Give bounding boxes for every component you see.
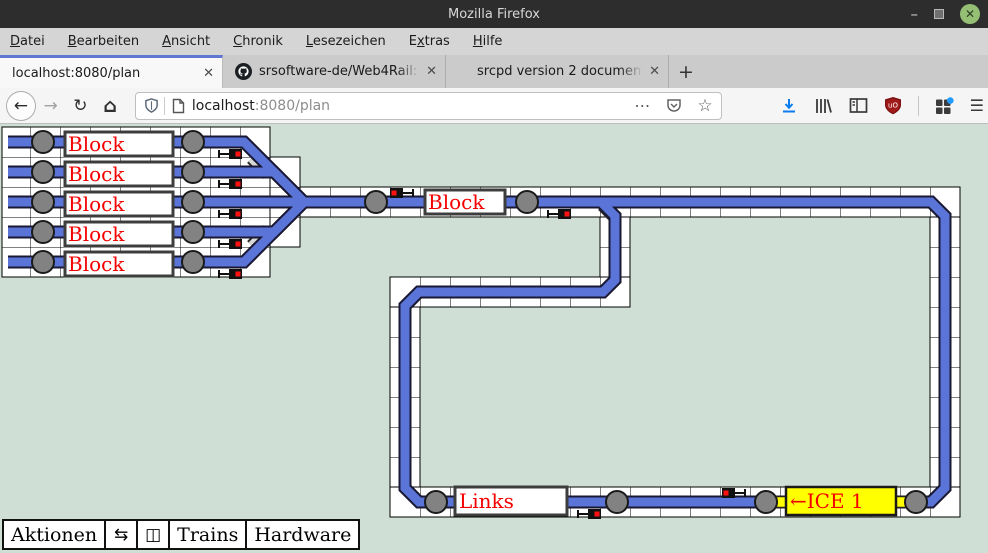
- reload-button[interactable]: ↻: [65, 91, 95, 121]
- window-title: Mozilla Firefox: [0, 7, 988, 22]
- block-label: Block: [68, 192, 125, 216]
- tab-close-icon[interactable]: ✕: [203, 66, 214, 81]
- block-label: Block: [68, 132, 125, 156]
- tab-close-icon[interactable]: ✕: [649, 64, 660, 79]
- maximize-icon[interactable]: [934, 9, 944, 19]
- swap-direction-icon[interactable]: ⇆: [104, 519, 138, 550]
- new-tab-button[interactable]: +: [669, 55, 703, 88]
- tab-github[interactable]: srsoftware-de/Web4Rail: B ✕: [223, 55, 446, 88]
- tab-srcpd[interactable]: srcpd version 2 documenta ✕: [446, 55, 669, 88]
- menu-extras[interactable]: Extras: [409, 34, 450, 49]
- sidebar-icon[interactable]: [849, 97, 868, 114]
- tab-plan[interactable]: localhost:8080/plan ✕: [0, 55, 223, 88]
- tracking-shield-icon[interactable]: [144, 97, 159, 114]
- home-button[interactable]: ⌂: [95, 91, 125, 121]
- menu-hilfe[interactable]: Hilfe: [473, 34, 503, 49]
- block-label: Block: [68, 162, 125, 186]
- forward-button: →: [36, 91, 66, 121]
- block-label: Block: [428, 190, 485, 214]
- hardware-button[interactable]: Hardware: [245, 519, 360, 550]
- tab-title: srcpd version 2 documenta: [477, 64, 643, 79]
- window-titlebar: Mozilla Firefox – ✕: [0, 0, 988, 28]
- ublock-icon[interactable]: uO: [884, 96, 902, 115]
- block-label-links: Links: [459, 489, 514, 513]
- minimize-icon[interactable]: –: [911, 9, 919, 19]
- pocket-icon[interactable]: [665, 97, 683, 115]
- back-button[interactable]: ←: [6, 91, 36, 121]
- download-icon[interactable]: [780, 97, 798, 115]
- library-icon[interactable]: [814, 97, 833, 115]
- divider: [918, 96, 919, 116]
- github-icon: [235, 63, 252, 80]
- tab-bar: localhost:8080/plan ✕ srsoftware-de/Web4…: [0, 55, 988, 88]
- extension-icon[interactable]: [935, 97, 954, 115]
- bottom-menu: Aktionen ⇆ ◫ Trains Hardware: [2, 519, 360, 550]
- tab-title: localhost:8080/plan: [12, 66, 197, 81]
- url-text[interactable]: localhost:8080/plan: [192, 98, 634, 114]
- block-label: Block: [68, 252, 125, 276]
- divider: [164, 97, 165, 115]
- menu-bar: Datei Bearbeiten Ansicht Chronik Lesezei…: [0, 28, 988, 55]
- split-view-icon[interactable]: ◫: [136, 519, 170, 550]
- tab-title: srsoftware-de/Web4Rail: B: [259, 64, 420, 79]
- page-icon: [172, 98, 185, 114]
- url-bar[interactable]: localhost:8080/plan ⋯ ☆: [135, 92, 722, 120]
- menu-lesezeichen[interactable]: Lesezeichen: [306, 34, 386, 49]
- aktionen-button[interactable]: Aktionen: [2, 519, 106, 550]
- bookmark-star-icon[interactable]: ☆: [697, 96, 712, 116]
- navigation-toolbar: ← → ↻ ⌂ localhost:8080/plan ⋯ ☆: [0, 88, 988, 124]
- hamburger-menu-icon[interactable]: ☰: [970, 96, 984, 115]
- svg-text:uO: uO: [888, 102, 898, 110]
- page-actions-icon[interactable]: ⋯: [634, 96, 651, 115]
- menu-datei[interactable]: Datei: [10, 34, 45, 49]
- close-icon[interactable]: ✕: [960, 4, 980, 24]
- menu-chronik[interactable]: Chronik: [233, 34, 283, 49]
- train-block-label: ←ICE 1: [790, 489, 864, 513]
- block-label: Block: [68, 222, 125, 246]
- trains-button[interactable]: Trains: [168, 519, 247, 550]
- menu-bearbeiten[interactable]: Bearbeiten: [68, 34, 139, 49]
- tab-close-icon[interactable]: ✕: [426, 64, 437, 79]
- track-plan[interactable]: Block Block Block Block Block Block Link…: [0, 124, 988, 553]
- track-plan-area: Block Block Block Block Block Block Link…: [0, 124, 988, 553]
- menu-ansicht[interactable]: Ansicht: [162, 34, 210, 49]
